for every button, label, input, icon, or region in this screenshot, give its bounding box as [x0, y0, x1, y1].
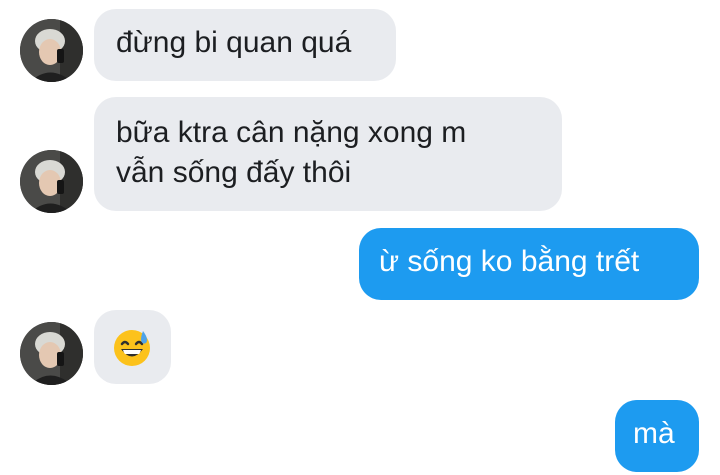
message-bubble-incoming[interactable]: bữa ktra cân nặng xong m vẫn sống đấy th…	[94, 97, 562, 211]
grinning-face-with-sweat-icon	[112, 328, 152, 368]
message-bubble-outgoing[interactable]: mà	[615, 400, 699, 472]
contact-photo-icon	[20, 19, 83, 82]
avatar[interactable]	[20, 322, 83, 385]
message-bubble-incoming[interactable]: đừng bi quan quá	[94, 9, 396, 81]
message-text: ừ sống ko bằng trết	[379, 245, 640, 278]
message-bubble-incoming[interactable]	[94, 310, 171, 384]
message-bubble-outgoing[interactable]: ừ sống ko bằng trết	[359, 228, 699, 300]
chat-thread: đừng bi quan quá bữa ktra cân nặng xong …	[0, 0, 720, 475]
avatar[interactable]	[20, 150, 83, 213]
contact-photo-icon	[20, 150, 83, 213]
contact-photo-icon	[20, 322, 83, 385]
message-text: mà	[633, 417, 675, 450]
message-text-line: vẫn sống đấy thôi	[116, 156, 352, 189]
message-text: đừng bi quan quá	[116, 26, 352, 59]
avatar[interactable]	[20, 19, 83, 82]
message-text-line: bữa ktra cân nặng xong m	[116, 116, 467, 149]
